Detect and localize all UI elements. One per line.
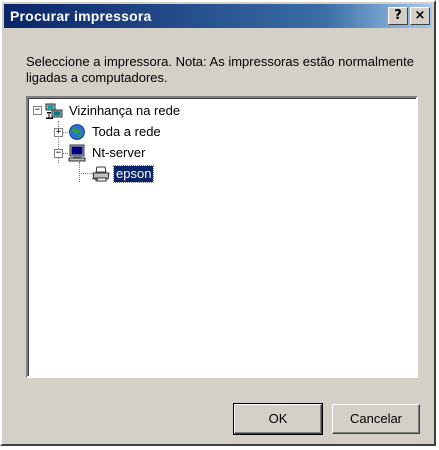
tree-node-epson[interactable]: epson: [91, 165, 155, 183]
tree-connector: [79, 162, 80, 182]
tree-node-entire-network[interactable]: Toda a rede: [68, 123, 163, 141]
tree-node-label: Nt-server: [92, 145, 146, 160]
tree-node-label: Toda a rede: [92, 124, 161, 139]
tree-node-network-neighborhood[interactable]: Vizinhança na rede: [45, 102, 182, 120]
computer-icon: [68, 144, 86, 162]
tree-node-label: epson: [112, 165, 155, 183]
window-title: Procurar impressora: [10, 8, 152, 24]
network-tree-view[interactable]: − Vizinhança na rede + Toda a rede − Nt-…: [26, 96, 418, 378]
tree-node-label: Vizinhança na rede: [69, 103, 181, 118]
collapse-toggle[interactable]: −: [33, 106, 42, 115]
expand-toggle[interactable]: +: [54, 128, 63, 137]
title-bar[interactable]: Procurar impressora ? ×: [4, 4, 432, 28]
help-button[interactable]: ?: [388, 7, 408, 25]
collapse-toggle[interactable]: −: [54, 149, 63, 158]
tree-node-nt-server[interactable]: Nt-server: [68, 144, 147, 162]
printer-icon: [91, 165, 110, 183]
instructions-text: Seleccione a impressora. Nota: As impres…: [26, 54, 415, 85]
cancel-button[interactable]: Cancelar: [332, 404, 420, 434]
network-neighborhood-icon: [45, 102, 63, 120]
ok-button[interactable]: OK: [233, 403, 323, 435]
globe-icon: [68, 123, 86, 141]
close-button[interactable]: ×: [410, 7, 430, 25]
printer-browse-dialog: Procurar impressora ? × Seleccione a imp…: [0, 0, 436, 446]
tree-connector: [79, 173, 92, 174]
